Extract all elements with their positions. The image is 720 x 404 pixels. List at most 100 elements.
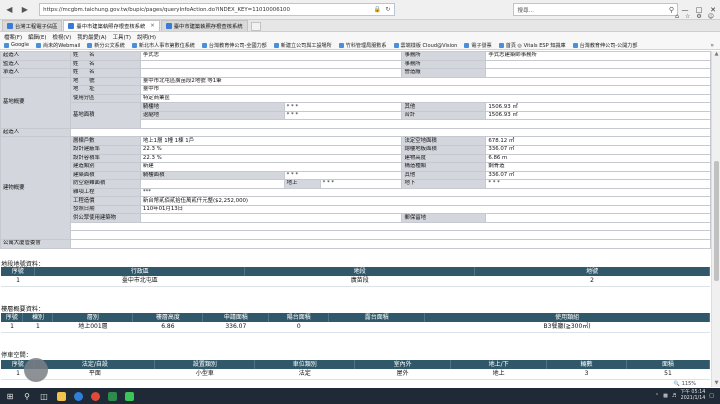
table-cell: 51 <box>626 369 710 380</box>
bookmark-icon <box>464 42 470 48</box>
chrome-icon[interactable] <box>89 390 101 402</box>
search-icon[interactable]: ⚲ <box>21 390 33 402</box>
smiley-icon[interactable]: ☺ <box>708 13 714 20</box>
supervisor-label: 監造人 <box>0 59 71 70</box>
site-total-value: 1506.93 ㎡ <box>485 110 711 121</box>
tab-label: 台灣工程電子佔區 <box>15 24 58 30</box>
favorite-label: 新分公文系統 <box>94 42 125 49</box>
building-area-label: 建築面積 <box>69 170 141 181</box>
favorite-item[interactable]: 台灣教育伸公司-全國力部 <box>201 42 267 49</box>
scrollbar-thumb[interactable] <box>714 161 719 281</box>
favorite-item[interactable]: 尚未的Webmail <box>35 42 81 49</box>
chevron-right-icon[interactable]: » <box>710 42 720 49</box>
back-icon[interactable]: ◀ <box>3 3 16 16</box>
column-header: 地號 <box>474 267 710 276</box>
zoom-value: 115% <box>681 381 696 387</box>
star-icon[interactable]: ☆ <box>685 13 690 20</box>
column-header: 法定/自設 <box>34 360 156 369</box>
table-cell: 地上 <box>450 369 547 380</box>
menu-file[interactable]: 檔案(F) <box>4 33 22 41</box>
postal-label: 郵保留地 <box>401 213 487 223</box>
search-input[interactable]: 搜尋... ⚲ <box>513 3 678 16</box>
vertical-scrollbar[interactable]: ▲ ▼ <box>711 51 720 387</box>
task-view-icon[interactable]: ◫ <box>38 390 50 402</box>
column-header: 行政區 <box>34 267 246 276</box>
menu-help[interactable]: 說明(H) <box>137 33 156 41</box>
network-icon[interactable]: ▩ <box>663 393 668 399</box>
url-input[interactable]: https://mcgbm.taichung.gov.tw/bupic/page… <box>39 3 396 16</box>
table-cell: 2 <box>474 276 710 287</box>
favorite-item[interactable]: 台灣教育伸公司-公開力部 <box>572 42 638 49</box>
office-label: 事務所 <box>401 59 487 70</box>
windows-start-icon[interactable]: ⊞ <box>4 390 16 402</box>
favorite-item[interactable]: 新建立公司與工設場所 <box>273 42 332 49</box>
chevron-up-icon[interactable]: ⌃ <box>655 393 659 399</box>
column-header: 面積 <box>626 360 710 369</box>
floating-action-button[interactable] <box>24 358 48 382</box>
file-explorer-icon[interactable] <box>55 390 67 402</box>
height-value: 6.86 m <box>485 153 711 164</box>
type-label: 建造類別 <box>69 162 141 172</box>
table-cell: 1 <box>1 322 23 333</box>
line-icon[interactable] <box>123 390 135 402</box>
new-tab-button[interactable] <box>250 22 261 31</box>
close-tab-icon[interactable]: ✕ <box>150 23 154 29</box>
favorite-item[interactable]: Google <box>4 42 29 48</box>
above-value: * * * <box>319 179 403 189</box>
scroll-up-icon[interactable]: ▲ <box>712 51 720 58</box>
proprietor-label: 起造人 <box>0 127 71 138</box>
forward-icon[interactable]: ▶ <box>19 3 32 16</box>
address-label: 地 址 <box>69 85 141 95</box>
floors-value: 地上1層 1幢 1棟 1戶 <box>139 136 403 146</box>
volume-icon[interactable]: ♬ <box>672 393 676 399</box>
home-icon[interactable]: ⌂ <box>675 13 679 20</box>
menu-tools[interactable]: 工具(T) <box>113 33 131 41</box>
site-icon <box>68 23 75 29</box>
favorite-item[interactable]: 首頁 ◎ Vitals ESP 知識庫 <box>498 42 566 49</box>
menu-favorites[interactable]: 我的最愛(A) <box>77 33 106 41</box>
table-row: 1 平面 小型車 法定 屋外 地上 3 51 <box>1 369 710 380</box>
favorite-item[interactable]: 新北市人事市第數位系統 <box>131 42 195 49</box>
scroll-down-icon[interactable]: ▼ <box>712 380 720 387</box>
refresh-icon[interactable]: ↻ <box>385 6 390 13</box>
favorite-item[interactable]: 竹科管理局服數系 <box>338 42 387 49</box>
shelter-label: 防空避難面積 <box>69 179 141 189</box>
favorite-item[interactable]: 新分公文系統 <box>87 42 125 49</box>
legal-open-label: 法定空地面積 <box>401 136 487 146</box>
floors-section-title: 樓層概要資料： <box>1 306 45 313</box>
tab-1[interactable]: 臺中市建築執照存根查核系統 ✕ <box>63 20 160 31</box>
menu-edit[interactable]: 編輯(E) <box>28 33 46 41</box>
bookmark-icon <box>393 42 399 48</box>
favorite-label: 電子發票 <box>471 42 492 49</box>
table-cell: 336.07 <box>202 322 269 333</box>
tab-0[interactable]: 台灣工程電子佔區 <box>2 20 63 31</box>
column-header: 使用類組 <box>424 313 710 322</box>
edge-icon[interactable] <box>72 390 84 402</box>
favorite-item[interactable]: 雲端樣版 Cloud@Vision <box>393 42 457 49</box>
notification-icon[interactable]: □ <box>709 393 714 399</box>
column-header: 申請面積 <box>202 313 270 322</box>
clock[interactable]: 下午 05:14 2021/1/14 <box>680 390 705 402</box>
name-label: 姓 名 <box>69 59 141 70</box>
site-retreat-label: 退縮地 <box>139 110 285 121</box>
zoom-level[interactable]: 🔍 115% <box>674 381 696 387</box>
menu-view[interactable]: 檢視(V) <box>53 33 72 41</box>
column-header: 棟別 <box>22 313 54 322</box>
structure-label: 構造種類 <box>401 162 487 172</box>
building-spacer-a <box>69 221 711 232</box>
gear-icon[interactable]: ⚙ <box>696 13 701 20</box>
column-header: 輛數 <box>546 360 627 369</box>
parking-section-title: 停車空間： <box>1 352 32 359</box>
cost-label: 工程造價 <box>69 196 141 206</box>
excel-icon[interactable] <box>106 390 118 402</box>
tab-2[interactable]: 臺中市建築執照存根查核系統 <box>160 20 248 31</box>
table-cell: 1 <box>22 322 53 333</box>
table-cell: 3 <box>546 369 627 380</box>
favorite-item[interactable]: 電子發票 <box>464 42 492 49</box>
favorite-label: 尚未的Webmail <box>42 42 81 49</box>
supervisor-name <box>139 59 403 70</box>
tab-label: 臺中市建築執照存根查核系統 <box>173 24 243 30</box>
contractor-reg <box>485 68 711 78</box>
below-label: 地下 <box>401 179 487 189</box>
proprietor-value <box>69 127 711 138</box>
